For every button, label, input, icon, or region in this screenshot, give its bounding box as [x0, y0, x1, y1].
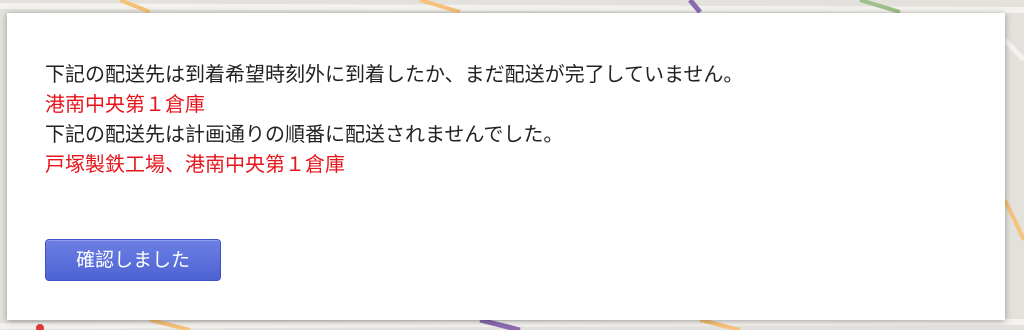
order-deviation-destinations: 戸塚製鉄工場、港南中央第１倉庫: [45, 152, 345, 176]
order-deviation-message: 下記の配送先は計画通りの順番に配送されませんでした。: [45, 122, 564, 146]
late-delivery-message: 下記の配送先は到着希望時刻外に到着したか、まだ配送が完了していません。: [45, 62, 744, 86]
late-delivery-destinations: 港南中央第１倉庫: [45, 92, 205, 116]
confirm-button[interactable]: 確認しました: [45, 239, 221, 281]
notification-dialog: 下記の配送先は到着希望時刻外に到着したか、まだ配送が完了していません。 港南中央…: [7, 13, 1005, 320]
message-block: 下記の配送先は到着希望時刻外に到着したか、まだ配送が完了していません。 港南中央…: [45, 59, 985, 179]
